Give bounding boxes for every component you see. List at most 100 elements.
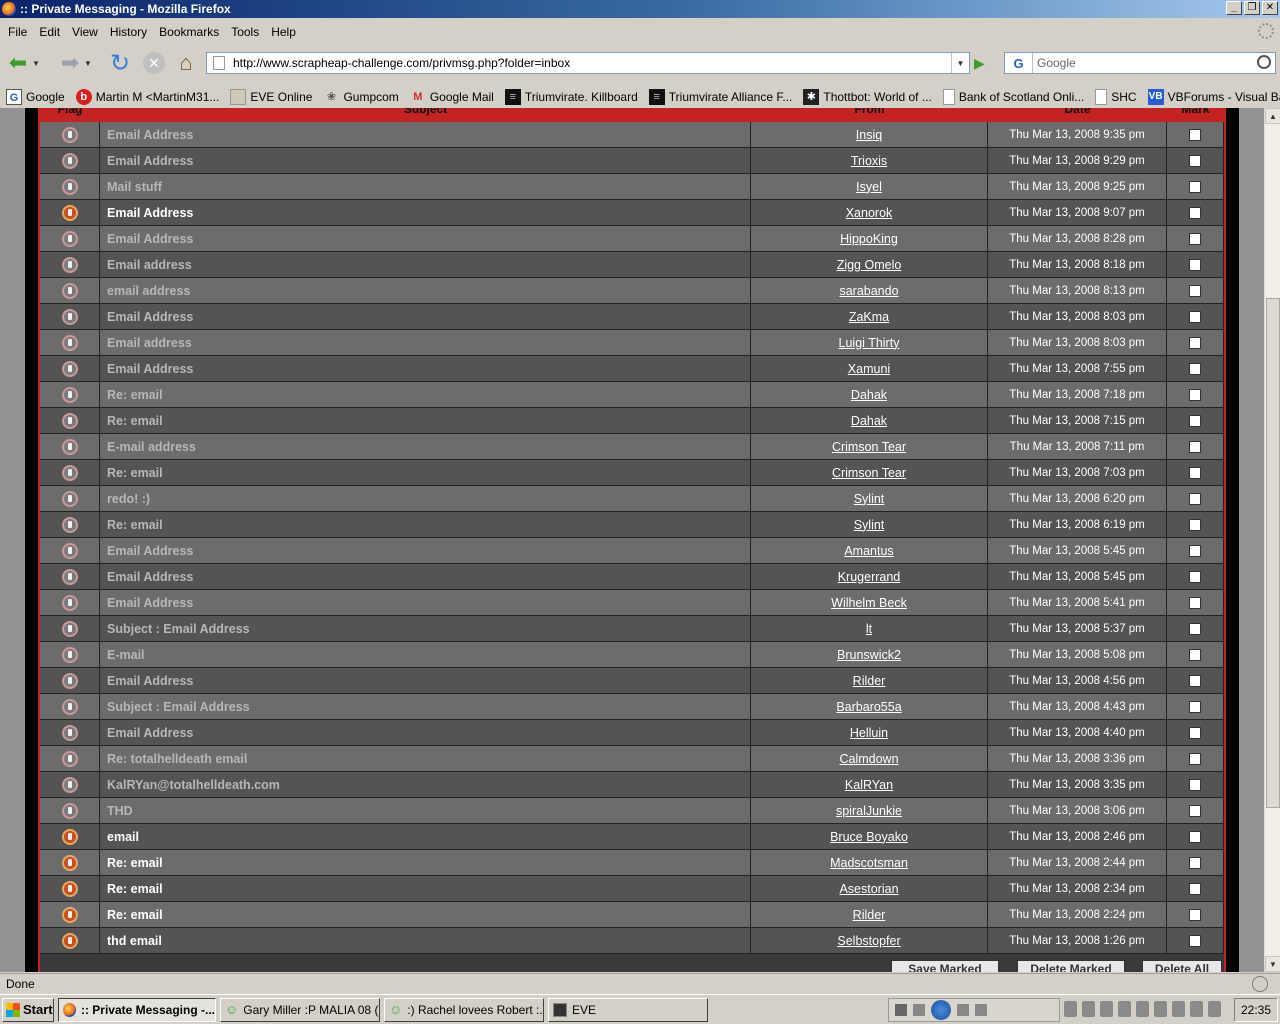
mark-checkbox[interactable] bbox=[1189, 726, 1201, 739]
sender-link[interactable]: HippoKing bbox=[751, 226, 988, 252]
sender-link[interactable]: Sylint bbox=[751, 512, 988, 538]
bookmark-eve-online[interactable]: EVE Online bbox=[230, 89, 312, 105]
save-marked-button[interactable]: Save Marked bbox=[891, 960, 999, 972]
task-firefox[interactable]: :: Private Messaging -... bbox=[58, 997, 216, 1022]
menu-tools[interactable]: Tools bbox=[225, 25, 265, 39]
mark-checkbox[interactable] bbox=[1189, 284, 1201, 297]
sender-link[interactable]: Crimson Tear bbox=[751, 460, 988, 486]
message-subject-link[interactable]: Subject : Email Address bbox=[100, 616, 751, 642]
bookmark-vbforums[interactable]: VBVBForums - Visual Ba... bbox=[1147, 89, 1280, 105]
sender-link[interactable]: Amantus bbox=[751, 538, 988, 564]
media-next-icon[interactable] bbox=[957, 1004, 969, 1016]
forward-arrow-icon[interactable]: ➡ bbox=[56, 49, 84, 77]
message-subject-link[interactable]: Re: email bbox=[100, 512, 751, 538]
speaker-icon[interactable] bbox=[1208, 1001, 1221, 1017]
mark-checkbox[interactable] bbox=[1189, 258, 1201, 271]
sender-link[interactable]: ZaKma bbox=[751, 304, 988, 330]
message-subject-link[interactable]: Email Address bbox=[100, 200, 751, 226]
bookmark-bebo[interactable]: b Martin M <MartinM31... bbox=[75, 89, 219, 105]
sender-link[interactable]: Isyel bbox=[751, 174, 988, 200]
message-subject-link[interactable]: Re: totalhelldeath email bbox=[100, 746, 751, 772]
sender-link[interactable]: sarabando bbox=[751, 278, 988, 304]
header-date[interactable]: Date bbox=[988, 108, 1167, 120]
sender-link[interactable]: Rilder bbox=[751, 668, 988, 694]
bookmark-thottbot[interactable]: ✱ Thottbot: World of ... bbox=[803, 89, 932, 105]
bookmark-google[interactable]: G Google bbox=[6, 89, 65, 105]
message-subject-link[interactable]: Email address bbox=[100, 330, 751, 356]
url-history-dropdown-icon[interactable]: ▼ bbox=[951, 53, 969, 73]
vertical-scrollbar[interactable]: ▲ ▼ bbox=[1264, 108, 1280, 972]
message-subject-link[interactable]: Email Address bbox=[100, 356, 751, 382]
tray-icon[interactable] bbox=[1118, 1001, 1131, 1017]
mark-checkbox[interactable] bbox=[1189, 440, 1201, 453]
minimize-button[interactable]: _ bbox=[1226, 1, 1242, 15]
tray-icon[interactable] bbox=[1190, 1001, 1203, 1017]
sender-link[interactable]: Crimson Tear bbox=[751, 434, 988, 460]
mark-checkbox[interactable] bbox=[1189, 466, 1201, 479]
sender-link[interactable]: Krugerrand bbox=[751, 564, 988, 590]
message-subject-link[interactable]: Email Address bbox=[100, 720, 751, 746]
mark-checkbox[interactable] bbox=[1189, 596, 1201, 609]
message-subject-link[interactable]: Email Address bbox=[100, 226, 751, 252]
sender-link[interactable]: KalRYan bbox=[751, 772, 988, 798]
menu-history[interactable]: History bbox=[104, 25, 153, 39]
tray-icon[interactable] bbox=[1154, 1001, 1167, 1017]
sender-link[interactable]: Trioxis bbox=[751, 148, 988, 174]
bookmark-bank-of-scotland[interactable]: Bank of Scotland Onli... bbox=[942, 89, 1084, 105]
go-arrow-icon[interactable]: ▶ bbox=[974, 55, 985, 72]
sender-link[interactable]: Calmdown bbox=[751, 746, 988, 772]
media-volume-icon[interactable] bbox=[975, 1004, 987, 1016]
message-subject-link[interactable]: Re: email bbox=[100, 876, 751, 902]
message-subject-link[interactable]: THD bbox=[100, 798, 751, 824]
reload-icon[interactable]: ↻ bbox=[106, 49, 134, 77]
mark-checkbox[interactable] bbox=[1189, 232, 1201, 245]
mark-checkbox[interactable] bbox=[1189, 752, 1201, 765]
sender-link[interactable]: Rilder bbox=[751, 902, 988, 928]
sender-link[interactable]: Helluin bbox=[751, 720, 988, 746]
tray-icon[interactable] bbox=[1082, 1001, 1095, 1017]
message-subject-link[interactable]: Email Address bbox=[100, 590, 751, 616]
search-bar[interactable]: G Google bbox=[1004, 52, 1276, 74]
message-subject-link[interactable]: Subject : Email Address bbox=[100, 694, 751, 720]
start-button[interactable]: Start bbox=[2, 997, 54, 1022]
mark-checkbox[interactable] bbox=[1189, 154, 1201, 167]
mark-checkbox[interactable] bbox=[1189, 882, 1201, 895]
mark-checkbox[interactable] bbox=[1189, 414, 1201, 427]
sender-link[interactable]: Selbstopfer bbox=[751, 928, 988, 954]
media-previous-icon[interactable] bbox=[913, 1004, 925, 1016]
mark-checkbox[interactable] bbox=[1189, 518, 1201, 531]
tray-icon[interactable] bbox=[1064, 1001, 1077, 1017]
home-icon[interactable]: ⌂ bbox=[172, 49, 200, 77]
mark-checkbox[interactable] bbox=[1189, 544, 1201, 557]
status-icon[interactable] bbox=[1252, 976, 1268, 992]
mark-checkbox[interactable] bbox=[1189, 674, 1201, 687]
sender-link[interactable]: Insiq bbox=[751, 122, 988, 148]
scroll-down-arrow-icon[interactable]: ▼ bbox=[1265, 956, 1280, 972]
mark-checkbox[interactable] bbox=[1189, 622, 1201, 635]
message-subject-link[interactable]: Email address bbox=[100, 252, 751, 278]
scroll-up-arrow-icon[interactable]: ▲ bbox=[1265, 108, 1280, 124]
message-subject-link[interactable]: E-mail bbox=[100, 642, 751, 668]
search-input[interactable]: Google bbox=[1033, 56, 1076, 70]
mark-checkbox[interactable] bbox=[1189, 128, 1201, 141]
sender-link[interactable]: Barbaro55a bbox=[751, 694, 988, 720]
media-stop-icon[interactable] bbox=[895, 1004, 907, 1016]
header-from[interactable]: From bbox=[751, 108, 988, 120]
bookmark-shc[interactable]: SHC bbox=[1095, 89, 1137, 105]
menu-edit[interactable]: Edit bbox=[33, 25, 66, 39]
mark-checkbox[interactable] bbox=[1189, 570, 1201, 583]
back-history-dropdown-icon[interactable]: ▼ bbox=[32, 59, 42, 68]
url-text[interactable]: http://www.scrapheap-challenge.com/privm… bbox=[233, 56, 570, 70]
stop-icon[interactable]: ✕ bbox=[140, 49, 168, 77]
mark-checkbox[interactable] bbox=[1189, 336, 1201, 349]
sender-link[interactable]: Madscotsman bbox=[751, 850, 988, 876]
sender-link[interactable]: Wilhelm Beck bbox=[751, 590, 988, 616]
bookmark-gumpcom[interactable]: ❀ Gumpcom bbox=[323, 89, 399, 105]
search-engine-icon[interactable]: G bbox=[1005, 53, 1033, 73]
message-subject-link[interactable]: email bbox=[100, 824, 751, 850]
menu-view[interactable]: View bbox=[66, 25, 104, 39]
task-msn-chat-2[interactable]: ☺:) Rachel lovees Robert :... bbox=[384, 997, 544, 1022]
sender-link[interactable]: Luigi Thirty bbox=[751, 330, 988, 356]
sender-link[interactable]: Xamuni bbox=[751, 356, 988, 382]
message-subject-link[interactable]: Re: email bbox=[100, 460, 751, 486]
